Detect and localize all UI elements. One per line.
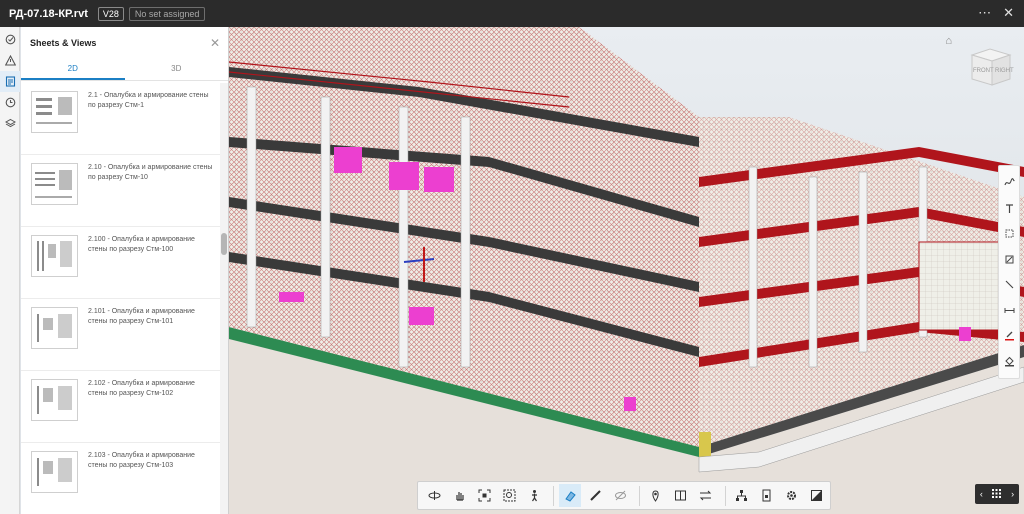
set-status-badge[interactable]: No set assigned (128, 6, 206, 21)
app-header: РД-07.18-КР.rvt V28 No set assigned ⋯ ✕ (0, 0, 1024, 27)
model-viewport[interactable]: ⌂ FRONT RIGHT (229, 27, 1024, 514)
file-name: РД-07.18-КР.rvt (9, 7, 88, 20)
tab-3d[interactable]: 3D (125, 59, 229, 80)
sheet-label: 2.10 - Опалубка и армирование стены по р… (88, 164, 213, 181)
panel-title: Sheets & Views (30, 38, 97, 48)
zoom-window-icon[interactable] (499, 484, 521, 507)
sheet-thumbnail (31, 307, 78, 349)
building-model (229, 27, 1024, 514)
properties-icon[interactable] (755, 484, 777, 507)
swap-icon[interactable] (695, 484, 717, 507)
tab-2d[interactable]: 2D (21, 59, 125, 80)
settings-icon[interactable] (780, 484, 802, 507)
chevron-right-icon[interactable]: › (1011, 489, 1014, 499)
rectangle-icon[interactable] (998, 221, 1020, 247)
sheet-thumbnail (31, 91, 78, 133)
fill-icon[interactable] (998, 349, 1020, 375)
sheet-label: 2.102 - Опалубка и армирование стены по … (88, 380, 195, 397)
viewcube[interactable]: FRONT RIGHT (968, 43, 1014, 89)
sheet-thumbnail (31, 379, 78, 421)
list-item[interactable]: 2.102 - Опалубка и армирование стены по … (21, 371, 220, 443)
markup-toolbar (998, 165, 1020, 379)
list-item[interactable]: 2.101 - Опалубка и армирование стены по … (21, 299, 220, 371)
more-horizontal-icon[interactable]: ⋯ (978, 5, 991, 21)
sheets-views-panel: Sheets & Views ✕ 2D 3D 2.1 - Опалубка и … (21, 27, 229, 514)
polygon-icon[interactable] (998, 247, 1020, 273)
history-icon[interactable] (0, 92, 20, 113)
measure-icon[interactable] (584, 484, 606, 507)
section-icon[interactable] (559, 484, 582, 507)
home-icon[interactable]: ⌂ (945, 35, 952, 47)
sheet-compare-icon[interactable] (670, 484, 692, 507)
sheet-list: 2.1 - Опалубка и армирование стены по ра… (21, 83, 220, 514)
viewcube-front-label: FRONT (973, 68, 994, 74)
freehand-icon[interactable] (998, 170, 1020, 196)
sheet-label: 2.1 - Опалубка и армирование стены по ра… (88, 92, 209, 109)
sheet-pager: ‹ › (975, 484, 1019, 504)
check-circle-icon[interactable] (0, 29, 20, 50)
hide-icon[interactable] (609, 484, 631, 507)
list-item[interactable]: 2.103 - Опалубка и армирование стены по … (21, 443, 220, 514)
version-badge[interactable]: V28 (97, 6, 124, 21)
list-item[interactable]: 2.1 - Опалубка и армирование стены по ра… (21, 83, 220, 155)
sheet-label: 2.101 - Опалубка и армирование стены по … (88, 308, 195, 325)
dimension-icon[interactable] (998, 298, 1020, 324)
sheet-thumbnail (31, 451, 78, 493)
first-person-icon[interactable] (524, 484, 546, 507)
sheet-label: 2.103 - Опалубка и армирование стены по … (88, 452, 195, 469)
text-icon[interactable] (998, 196, 1020, 222)
fullscreen-icon[interactable] (805, 484, 827, 507)
orbit-icon[interactable] (424, 484, 446, 507)
side-rail (0, 27, 20, 514)
location-icon[interactable] (645, 484, 667, 507)
list-item[interactable]: 2.100 - Опалубка и армирование стены по … (21, 227, 220, 299)
line-icon[interactable] (998, 272, 1020, 298)
model-tree-icon[interactable] (730, 484, 752, 507)
chevron-left-icon[interactable]: ‹ (980, 489, 983, 499)
pen-color-icon[interactable] (998, 323, 1020, 349)
panel-scrollbar[interactable] (220, 83, 228, 514)
sheet-thumbnail (31, 163, 78, 205)
fit-view-icon[interactable] (474, 484, 496, 507)
sheet-label: 2.100 - Опалубка и армирование стены по … (88, 236, 195, 253)
sheet-thumbnail (31, 235, 78, 277)
close-icon[interactable]: ✕ (1003, 5, 1014, 21)
viewer-toolbar (417, 481, 831, 510)
list-item[interactable]: 2.10 - Опалубка и армирование стены по р… (21, 155, 220, 227)
view-tabs: 2D 3D (21, 59, 228, 81)
scroll-thumb[interactable] (221, 233, 227, 255)
viewcube-right-label: RIGHT (995, 68, 1014, 74)
sheets-icon[interactable] (0, 71, 20, 92)
grid-icon[interactable] (992, 488, 1002, 500)
warning-icon[interactable] (0, 50, 20, 71)
close-icon[interactable]: ✕ (210, 36, 220, 50)
pan-icon[interactable] (449, 484, 471, 507)
layers-icon[interactable] (0, 113, 20, 134)
